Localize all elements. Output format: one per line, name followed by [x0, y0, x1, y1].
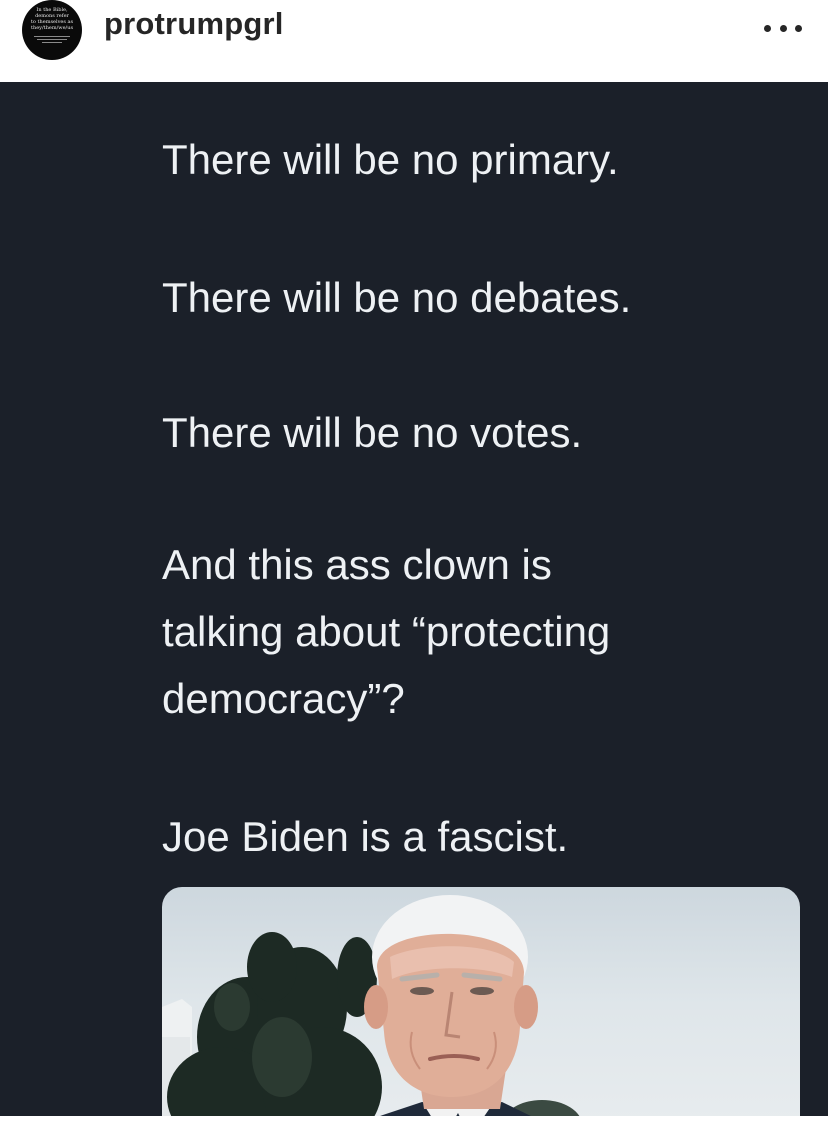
tweet-line-primary: There will be no primary. [162, 136, 619, 183]
more-horizontal-icon [764, 24, 771, 32]
tweet-photo[interactable] [162, 887, 800, 1116]
more-horizontal-icon [779, 24, 787, 32]
avatar-text: In the Bible, demons refer to themselves… [30, 7, 74, 31]
tweet-line-debates: There will be no debates. [162, 274, 632, 321]
post-image-tweet-screenshot[interactable]: There will be no primary. There will be … [0, 82, 828, 1116]
instagram-post: In the Bible, demons refer to themselves… [0, 0, 828, 1124]
tweet-line-fascist: Joe Biden is a fascist. [162, 813, 569, 860]
post-header: In the Bible, demons refer to themselves… [0, 0, 828, 82]
more-options-button[interactable] [764, 16, 802, 40]
tweet-line-votes: There will be no votes. [162, 409, 583, 456]
avatar-fine-print [34, 36, 70, 46]
more-horizontal-icon [795, 24, 802, 32]
username-link[interactable]: protrumpgrl [104, 6, 284, 42]
avatar[interactable]: In the Bible, demons refer to themselves… [22, 0, 82, 60]
tweet-line-democracy: democracy”? [162, 675, 405, 722]
tweet-line-protecting: talking about “protecting [162, 608, 611, 655]
tweet-line-clown: And this ass clown is [162, 541, 552, 588]
bottom-edge [0, 1116, 828, 1124]
tweet-photo-illustration [162, 895, 580, 1116]
